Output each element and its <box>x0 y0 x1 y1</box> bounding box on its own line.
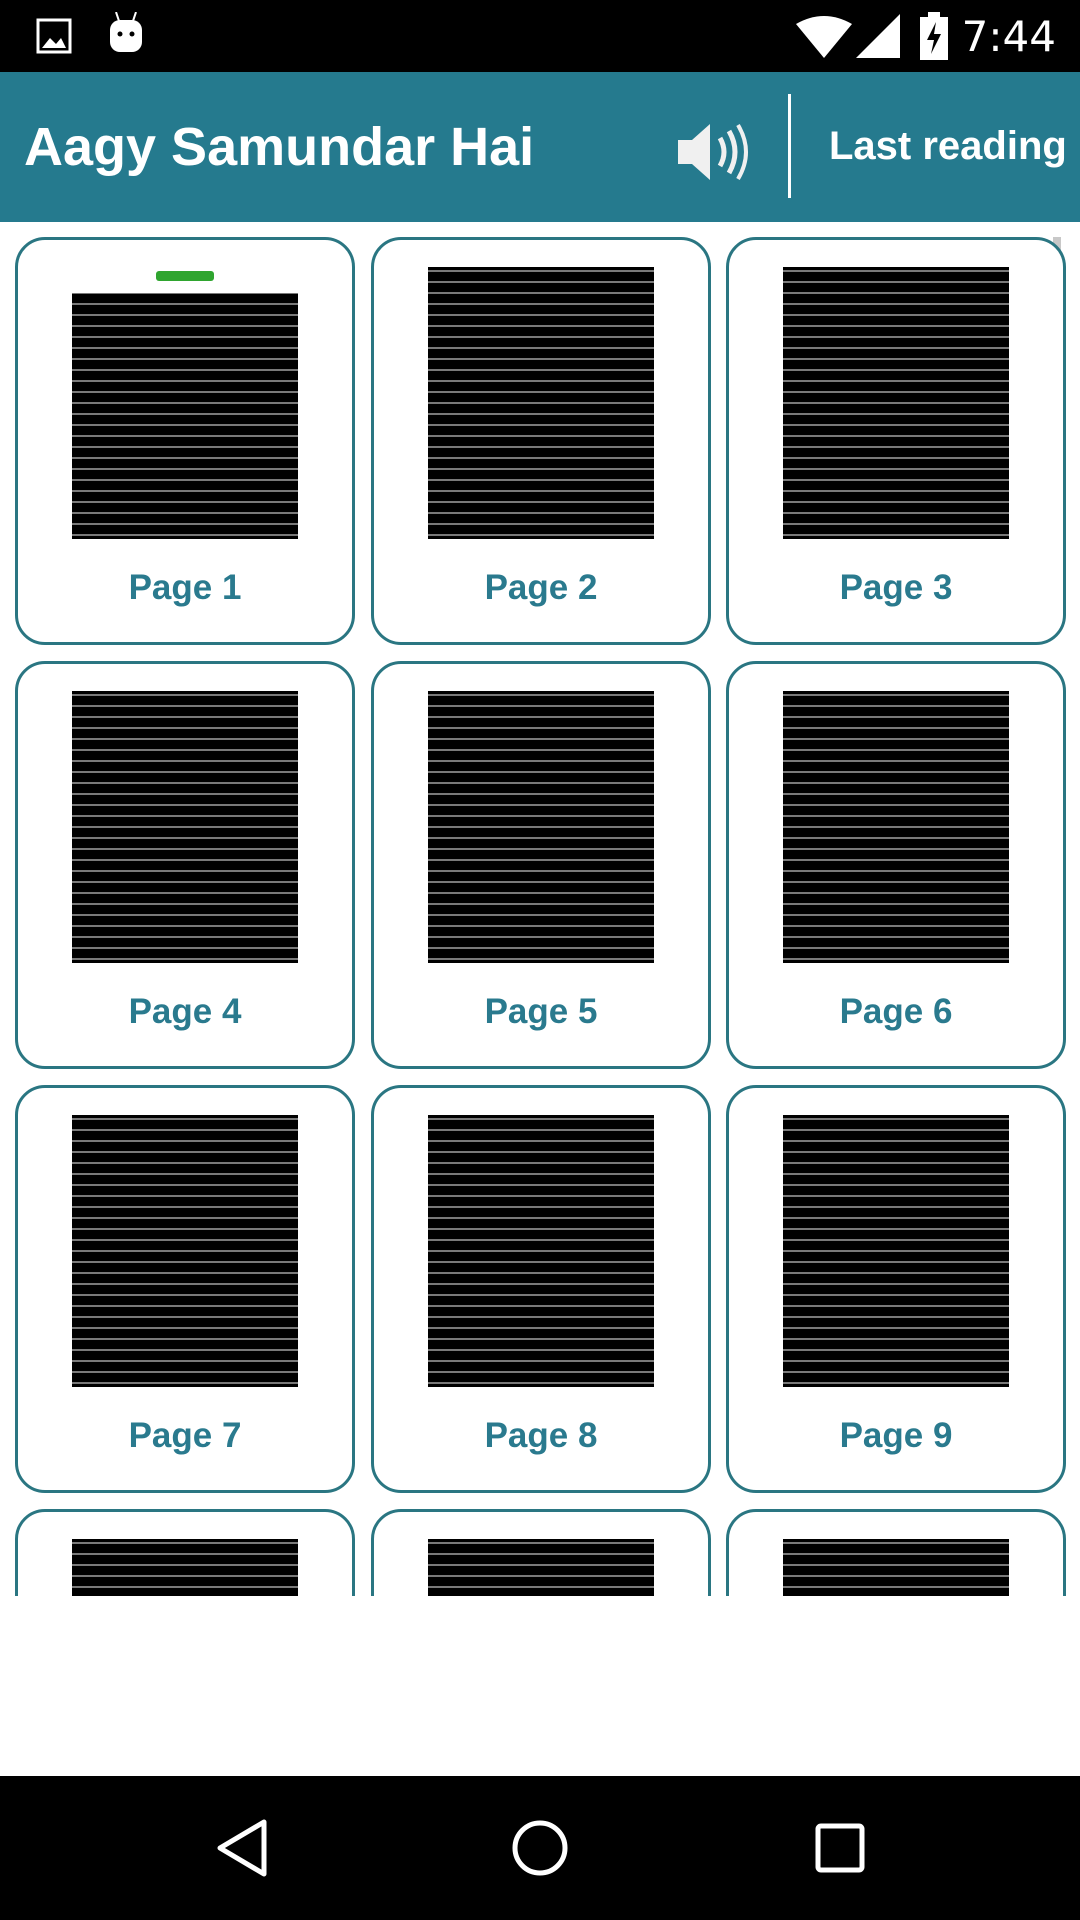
page-thumbnail <box>422 253 660 553</box>
page-thumbnail <box>422 1525 660 1596</box>
divider <box>788 94 791 198</box>
android-icon <box>110 12 142 52</box>
page-label: Page 3 <box>839 568 953 607</box>
page-label: Page 8 <box>484 1416 598 1455</box>
page-thumbnail <box>422 677 660 977</box>
page-label: Page 6 <box>839 992 953 1031</box>
page-card[interactable]: Page 5 <box>371 661 711 1069</box>
image-icon <box>36 18 72 54</box>
page-card[interactable]: Page 4 <box>15 661 355 1069</box>
page-label: Page 5 <box>484 992 598 1031</box>
page-label: Page 2 <box>484 568 598 607</box>
page-thumbnail <box>777 1525 1015 1596</box>
page-thumbnail <box>777 1101 1015 1401</box>
wifi-icon <box>796 16 852 58</box>
page-card[interactable]: Page 9 <box>726 1085 1066 1493</box>
page-card[interactable]: Page 11 <box>371 1509 711 1596</box>
status-bar: 7:44 <box>0 0 1080 72</box>
page-thumbnail <box>777 253 1015 553</box>
home-icon[interactable] <box>510 1818 570 1878</box>
app-bar: Aagy Samundar Hai Last reading <box>0 72 1080 222</box>
page-label: Page 7 <box>128 1416 242 1455</box>
last-reading-button[interactable]: Last reading <box>829 124 1067 169</box>
page-grid[interactable]: Page 1 Page 2 Page 3 Page 4 Page 5 Page 6 Page… <box>0 222 1080 1596</box>
page-card[interactable]: Page 6 <box>726 661 1066 1069</box>
clock: 7:44 <box>961 12 1056 61</box>
page-thumbnail <box>66 1525 304 1596</box>
speaker-icon[interactable] <box>676 122 752 182</box>
page-thumbnail <box>66 677 304 977</box>
page-card[interactable]: Page 8 <box>371 1085 711 1493</box>
page-card[interactable]: Page 2 <box>371 237 711 645</box>
battery-charging-icon <box>920 12 948 60</box>
back-icon[interactable] <box>214 1818 270 1878</box>
page-label: Page 4 <box>128 992 242 1031</box>
thumbnail-title <box>156 271 214 281</box>
page-thumbnail <box>422 1101 660 1401</box>
page-card[interactable]: Page 3 <box>726 237 1066 645</box>
navigation-bar <box>0 1776 1080 1920</box>
page-thumbnail <box>66 1101 304 1401</box>
page-thumbnail <box>66 253 304 553</box>
signal-icon <box>856 14 900 58</box>
page-title: Aagy Samundar Hai <box>24 117 535 177</box>
page-card[interactable]: Page 10 <box>15 1509 355 1596</box>
page-card[interactable]: Page 7 <box>15 1085 355 1493</box>
page-label: Page 9 <box>839 1416 953 1455</box>
page-card[interactable]: Page 12 <box>726 1509 1066 1596</box>
page-card[interactable]: Page 1 <box>15 237 355 645</box>
page-thumbnail <box>777 677 1015 977</box>
page-label: Page 1 <box>128 568 242 607</box>
recents-icon[interactable] <box>814 1822 866 1874</box>
